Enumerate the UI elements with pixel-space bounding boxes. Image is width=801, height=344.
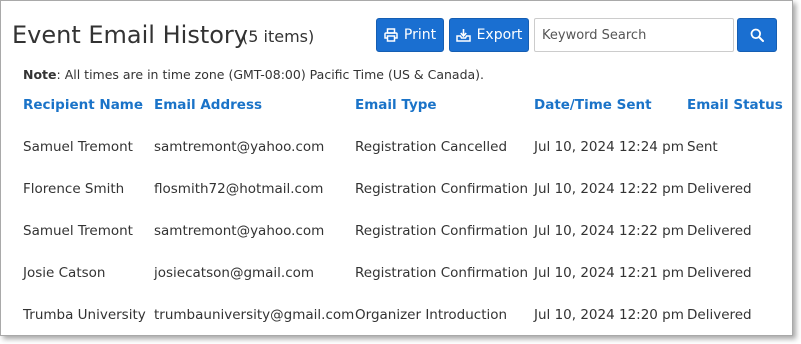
timezone-note: Note: All times are in time zone (GMT-08… bbox=[23, 67, 484, 82]
note-text: : All times are in time zone (GMT-08:00)… bbox=[56, 67, 485, 82]
keyword-search-input[interactable] bbox=[534, 18, 734, 52]
cell-email-type: Organizer Introduction bbox=[355, 307, 508, 323]
cell-email-address: flosmith72@hotmail.com bbox=[154, 181, 324, 197]
export-label: Export bbox=[476, 27, 523, 43]
column-header-email-type[interactable]: Email Type bbox=[355, 97, 437, 113]
print-button[interactable]: Print bbox=[376, 18, 444, 52]
cell-email-address: samtremont@yahoo.com bbox=[154, 223, 325, 239]
cell-email-status: Delivered bbox=[687, 307, 752, 323]
cell-email-status: Delivered bbox=[687, 223, 752, 239]
search-button[interactable] bbox=[737, 18, 777, 52]
cell-email-address: samtremont@yahoo.com bbox=[154, 139, 325, 155]
cell-email-status: Delivered bbox=[687, 265, 752, 281]
cell-recipient-name: Samuel Tremont bbox=[23, 139, 133, 155]
cell-date-time-sent: Jul 10, 2024 12:20 pm bbox=[534, 307, 684, 323]
download-tray-icon bbox=[455, 28, 471, 42]
cell-recipient-name: Trumba University bbox=[23, 307, 146, 323]
column-header-date-time-sent[interactable]: Date/Time Sent bbox=[534, 97, 652, 113]
cell-email-type: Registration Confirmation bbox=[355, 223, 529, 239]
export-button[interactable]: Export bbox=[449, 18, 529, 52]
note-label: Note bbox=[23, 67, 57, 82]
cell-email-type: Registration Confirmation bbox=[355, 265, 529, 281]
magnifier-icon bbox=[750, 28, 764, 42]
cell-email-status: Delivered bbox=[687, 181, 752, 197]
cell-email-type: Registration Confirmation bbox=[355, 181, 529, 197]
item-count: (5 items) bbox=[242, 27, 315, 46]
cell-email-address: trumbauniversity@gmail.com bbox=[154, 307, 355, 323]
cell-date-time-sent: Jul 10, 2024 12:21 pm bbox=[534, 265, 684, 281]
cell-email-status: Sent bbox=[687, 139, 718, 155]
cell-recipient-name: Florence Smith bbox=[23, 181, 125, 197]
column-header-email-address[interactable]: Email Address bbox=[154, 97, 262, 113]
cell-recipient-name: Samuel Tremont bbox=[23, 223, 133, 239]
page-title: Event Email History bbox=[12, 21, 248, 49]
cell-date-time-sent: Jul 10, 2024 12:22 pm bbox=[534, 181, 684, 197]
column-header-recipient-name[interactable]: Recipient Name bbox=[23, 97, 143, 113]
cell-date-time-sent: Jul 10, 2024 12:22 pm bbox=[534, 223, 684, 239]
cell-recipient-name: Josie Catson bbox=[23, 265, 106, 281]
email-history-panel: Event Email History (5 items) Print Expo… bbox=[0, 0, 793, 336]
cell-email-type: Registration Cancelled bbox=[355, 139, 508, 155]
cell-email-address: josiecatson@gmail.com bbox=[154, 265, 315, 281]
print-label: Print bbox=[403, 27, 437, 43]
column-header-email-status[interactable]: Email Status bbox=[687, 97, 783, 113]
cell-date-time-sent: Jul 10, 2024 12:24 pm bbox=[534, 139, 684, 155]
printer-icon bbox=[384, 28, 398, 42]
